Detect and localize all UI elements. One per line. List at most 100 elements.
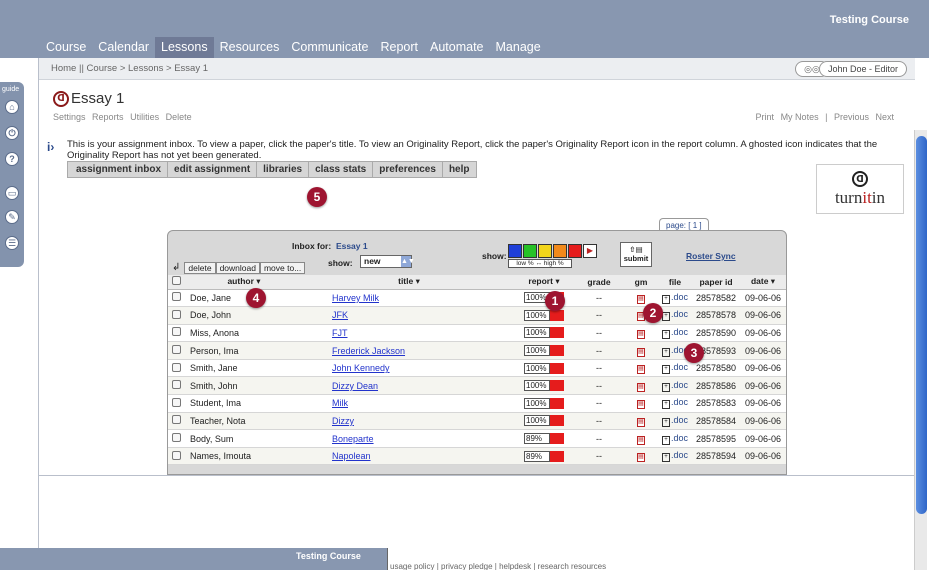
tab-edit-assignment[interactable]: edit assignment	[168, 162, 258, 177]
originality-report[interactable]: 89%	[524, 450, 564, 462]
show-select[interactable]: new ▲▼	[360, 255, 415, 268]
color-filter-yellow[interactable]	[538, 244, 552, 258]
originality-report[interactable]: 100%	[524, 380, 564, 392]
grademark-icon[interactable]: ▤	[637, 347, 645, 357]
print-link[interactable]: Print	[756, 112, 775, 122]
tab-libraries[interactable]: libraries	[257, 162, 310, 177]
grademark-icon[interactable]: ▤	[637, 329, 645, 339]
row-file-link[interactable]: .doc	[671, 397, 688, 407]
inbox-assignment-link[interactable]: Essay 1	[336, 241, 368, 251]
row-title-link[interactable]: Dizzy Dean	[332, 381, 378, 391]
row-file-link[interactable]: .doc	[671, 309, 688, 319]
file-download-icon[interactable]: +	[661, 312, 670, 322]
row-checkbox[interactable]	[171, 345, 181, 355]
row-checkbox[interactable]	[171, 415, 181, 425]
tab-preferences[interactable]: preferences	[373, 162, 443, 177]
power-icon[interactable]: ⏻	[5, 126, 19, 140]
row-checkbox[interactable]	[171, 380, 181, 390]
column-date[interactable]: date ▾	[740, 275, 786, 290]
chat-icon[interactable]: ☰	[5, 236, 19, 250]
delete-button[interactable]: delete	[184, 262, 216, 274]
file-download-icon[interactable]: +	[661, 365, 670, 375]
file-download-icon[interactable]: +	[661, 417, 670, 427]
nav-tab-course[interactable]: Course	[40, 37, 92, 58]
grademark-icon[interactable]: ▤	[637, 365, 645, 375]
row-title-link[interactable]: JFK	[332, 310, 348, 320]
subnav-delete[interactable]: Delete	[166, 112, 192, 122]
tab-class-stats[interactable]: class stats	[309, 162, 374, 177]
row-checkbox[interactable]	[171, 327, 181, 337]
originality-report[interactable]: 100%	[524, 345, 564, 357]
originality-report[interactable]: 100%	[524, 397, 564, 409]
grademark-icon[interactable]: ▤	[637, 294, 645, 304]
file-download-icon[interactable]: +	[661, 453, 670, 463]
row-title-link[interactable]: Napolean	[332, 451, 371, 461]
row-checkbox[interactable]	[171, 362, 181, 372]
file-download-icon[interactable]: +	[661, 400, 670, 410]
next-link[interactable]: Next	[875, 112, 894, 122]
nav-tab-automate[interactable]: Automate	[424, 37, 490, 58]
file-download-icon[interactable]: +	[661, 329, 670, 339]
originality-report[interactable]: 100%	[524, 309, 564, 321]
download-button[interactable]: download	[215, 262, 260, 274]
nav-tab-lessons[interactable]: Lessons	[155, 37, 214, 58]
grademark-icon[interactable]: ▤	[637, 400, 645, 410]
originality-report[interactable]: 100%	[524, 415, 564, 427]
file-download-icon[interactable]: +	[661, 347, 670, 357]
folder-icon[interactable]: ▭	[5, 186, 19, 200]
row-checkbox[interactable]	[171, 309, 181, 319]
previous-link[interactable]: Previous	[834, 112, 869, 122]
tab-help[interactable]: help	[442, 162, 476, 177]
row-title-link[interactable]: Dizzy	[332, 416, 354, 426]
row-file-link[interactable]: .doc	[671, 450, 688, 460]
user-chip[interactable]: John Doe - Editor	[818, 61, 907, 77]
nav-tab-resources[interactable]: Resources	[214, 37, 286, 58]
row-checkbox[interactable]	[171, 292, 181, 302]
scroll-thumb[interactable]	[916, 136, 927, 514]
grademark-icon[interactable]: ▤	[637, 382, 645, 392]
color-filter-green[interactable]	[523, 244, 537, 258]
file-download-icon[interactable]: +	[661, 435, 670, 445]
column-title[interactable]: title ▾	[304, 275, 514, 290]
row-file-link[interactable]: .doc	[671, 415, 688, 425]
file-download-icon[interactable]: +	[661, 382, 670, 392]
row-file-link[interactable]: .doc	[671, 292, 688, 302]
grademark-icon[interactable]: ▤	[637, 453, 645, 463]
row-checkbox[interactable]	[171, 450, 181, 460]
background-window[interactable]: Testing Course	[0, 548, 388, 570]
color-filter-red[interactable]	[568, 244, 582, 258]
originality-report[interactable]: 100%	[524, 327, 564, 339]
grademark-icon[interactable]: ▤	[637, 417, 645, 427]
grademark-icon[interactable]: ▤	[637, 435, 645, 445]
row-file-link[interactable]: .doc	[671, 362, 688, 372]
row-file-link[interactable]: .doc	[671, 433, 688, 443]
originality-report[interactable]: 89%	[524, 433, 564, 445]
nav-tab-manage[interactable]: Manage	[490, 37, 547, 58]
breadcrumb[interactable]: Home || Course > Lessons > Essay 1	[51, 63, 208, 74]
vertical-scrollbar[interactable]: ▲▼	[914, 130, 927, 570]
nav-tab-calendar[interactable]: Calendar	[92, 37, 155, 58]
row-title-link[interactable]: FJT	[332, 328, 348, 338]
subnav-settings[interactable]: Settings	[53, 112, 86, 122]
home-icon[interactable]: ⌂	[5, 100, 19, 114]
help-icon[interactable]: ?	[5, 152, 19, 166]
tab-assignment-inbox[interactable]: assignment inbox	[68, 162, 169, 177]
row-title-link[interactable]: Milk	[332, 398, 348, 408]
color-filter-orange[interactable]	[553, 244, 567, 258]
row-title-link[interactable]: Frederick Jackson	[332, 346, 405, 356]
color-filter-next-icon[interactable]: ▶	[583, 244, 597, 258]
originality-report[interactable]: 100%	[524, 362, 564, 374]
my-notes-link[interactable]: My Notes	[781, 112, 819, 122]
move-to-button[interactable]: move to...	[259, 262, 306, 274]
select-all-checkbox[interactable]	[171, 276, 181, 286]
row-file-link[interactable]: .doc	[671, 380, 688, 390]
row-checkbox[interactable]	[171, 397, 181, 407]
roster-sync-link[interactable]: Roster Sync	[686, 251, 736, 261]
row-title-link[interactable]: John Kennedy	[332, 363, 390, 373]
subnav-reports[interactable]: Reports	[92, 112, 124, 122]
nav-tab-communicate[interactable]: Communicate	[285, 37, 374, 58]
column-author[interactable]: author ▾	[184, 275, 304, 290]
subnav-utilities[interactable]: Utilities	[130, 112, 159, 122]
row-title-link[interactable]: Boneparte	[332, 434, 374, 444]
row-checkbox[interactable]	[171, 433, 181, 443]
